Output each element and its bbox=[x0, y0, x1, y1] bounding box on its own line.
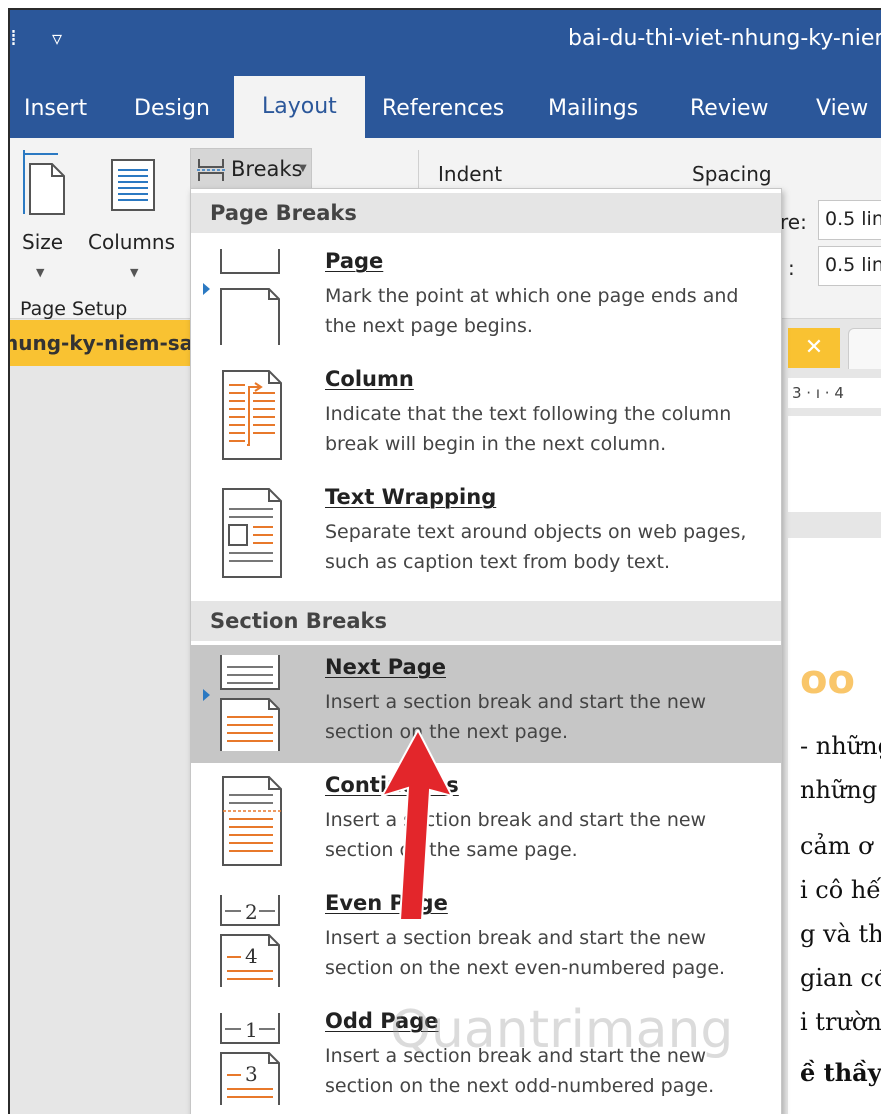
menu-item-continuous[interactable]: Continuous Insert a section break and st… bbox=[191, 763, 781, 881]
marker-icon bbox=[203, 283, 210, 295]
tab-mailings[interactable]: Mailings bbox=[548, 80, 638, 138]
spacing-before-field[interactable]: 0.5 lin bbox=[818, 200, 881, 240]
spacing-after-label: : bbox=[788, 256, 795, 280]
odd-page-icon: 1 3 bbox=[220, 1013, 280, 1105]
svg-text:4: 4 bbox=[245, 944, 258, 968]
document-text-line: gian có bbox=[800, 964, 881, 992]
document-text-line: - những bbox=[800, 732, 881, 760]
menu-item-page[interactable]: Page Mark the point at which one page en… bbox=[191, 239, 781, 357]
columns-dropdown-icon[interactable]: ▼ bbox=[130, 266, 138, 279]
menu-item-title: Text Wrapping bbox=[325, 485, 497, 509]
size-label[interactable]: Size bbox=[22, 230, 63, 254]
continuous-icon bbox=[222, 776, 282, 866]
tab-review[interactable]: Review bbox=[690, 80, 769, 138]
breaks-label: Breaks bbox=[231, 157, 303, 181]
document-tab[interactable]: hung-ky-niem-sa bbox=[10, 320, 215, 366]
spacing-before-value: 0.5 lin bbox=[825, 208, 881, 230]
spacing-before-label: re: bbox=[780, 210, 807, 234]
document-logo: oo bbox=[800, 657, 855, 703]
menu-item-next-page[interactable]: Next Page Insert a section break and sta… bbox=[191, 645, 781, 763]
ribbon-tabs: Insert Design Layout References Mailings… bbox=[10, 72, 881, 138]
watermark: Quantrimang bbox=[390, 1000, 734, 1060]
document-tab-label: hung-ky-niem-sa bbox=[10, 331, 194, 355]
breaks-dropdown-icon: ▼ bbox=[299, 163, 307, 174]
title-bar: ⁞ ▿ bai-du-thi-viet-nhung-ky-niem bbox=[10, 10, 881, 72]
new-tab[interactable] bbox=[848, 328, 881, 369]
breaks-icon bbox=[197, 159, 225, 181]
text-wrapping-icon bbox=[222, 488, 282, 578]
document-text-line: i trườn bbox=[800, 1008, 881, 1036]
svg-text:3: 3 bbox=[245, 1062, 258, 1086]
tab-insert[interactable]: Insert bbox=[24, 80, 87, 138]
menu-item-even-page[interactable]: 2 4 Even Page Insert a section break and… bbox=[191, 881, 781, 999]
document-text-line: những bbox=[800, 776, 878, 804]
document-text-line: cảm ơ bbox=[800, 832, 873, 860]
customize-qat-icon[interactable]: ▿ bbox=[52, 26, 62, 50]
page-setup-group-label: Page Setup bbox=[20, 298, 128, 320]
page-breaks-header: Page Breaks bbox=[191, 193, 781, 233]
menu-item-title: Column bbox=[325, 367, 414, 391]
section-breaks-header: Section Breaks bbox=[191, 601, 781, 641]
columns-label[interactable]: Columns bbox=[88, 230, 175, 254]
svg-text:1: 1 bbox=[245, 1018, 258, 1042]
marker-icon bbox=[203, 689, 210, 701]
menu-item-description: Separate text around objects on web page… bbox=[325, 521, 747, 573]
document-text-line: g và th bbox=[800, 920, 881, 948]
close-tab-icon[interactable]: ✕ bbox=[788, 328, 840, 368]
red-arrow-icon bbox=[379, 730, 454, 920]
document-text-line: ề thầy bbox=[800, 1058, 881, 1087]
document-text-line: i cô hế bbox=[800, 876, 881, 904]
tab-layout[interactable]: Layout bbox=[234, 76, 365, 138]
window-title: bai-du-thi-viet-nhung-ky-niem bbox=[568, 26, 881, 51]
document-page bbox=[788, 416, 881, 512]
menu-item-column[interactable]: Column Indicate that the text following … bbox=[191, 357, 781, 475]
even-page-icon: 2 4 bbox=[220, 895, 280, 987]
tab-design[interactable]: Design bbox=[134, 80, 210, 138]
column-break-icon bbox=[222, 370, 282, 460]
tab-view[interactable]: View bbox=[816, 80, 868, 138]
columns-icon[interactable] bbox=[110, 158, 158, 212]
size-dropdown-icon[interactable]: ▼ bbox=[36, 266, 44, 279]
indent-label: Indent bbox=[438, 162, 503, 186]
menu-item-description: Insert a section break and start the new… bbox=[325, 927, 726, 979]
tab-references[interactable]: References bbox=[382, 80, 504, 138]
spacing-after-field[interactable]: 0.5 lin bbox=[818, 246, 881, 286]
menu-item-title: Page bbox=[325, 249, 384, 273]
page-break-icon bbox=[220, 249, 280, 345]
menu-item-description: Indicate that the text following the col… bbox=[325, 403, 732, 455]
word-window: ⁞ ▿ bai-du-thi-viet-nhung-ky-niem Insert… bbox=[8, 8, 881, 1114]
menu-item-title: Next Page bbox=[325, 655, 446, 679]
breaks-button[interactable]: Breaks ▼ bbox=[190, 148, 312, 191]
menu-item-description: Mark the point at which one page ends an… bbox=[325, 285, 739, 337]
svg-text:2: 2 bbox=[245, 900, 258, 924]
next-page-icon bbox=[220, 655, 280, 751]
save-icon[interactable]: ⁞ bbox=[10, 26, 17, 51]
size-icon[interactable] bbox=[18, 148, 68, 218]
navigation-pane bbox=[10, 366, 200, 1114]
spacing-label: Spacing bbox=[692, 162, 772, 186]
breaks-menu: Page Breaks Page Mark the point at which… bbox=[190, 188, 782, 1114]
menu-item-text-wrapping[interactable]: Text Wrapping Separate text around objec… bbox=[191, 475, 781, 593]
ruler: 3 · ı · 4 bbox=[788, 378, 881, 408]
spacing-after-value: 0.5 lin bbox=[825, 254, 881, 276]
